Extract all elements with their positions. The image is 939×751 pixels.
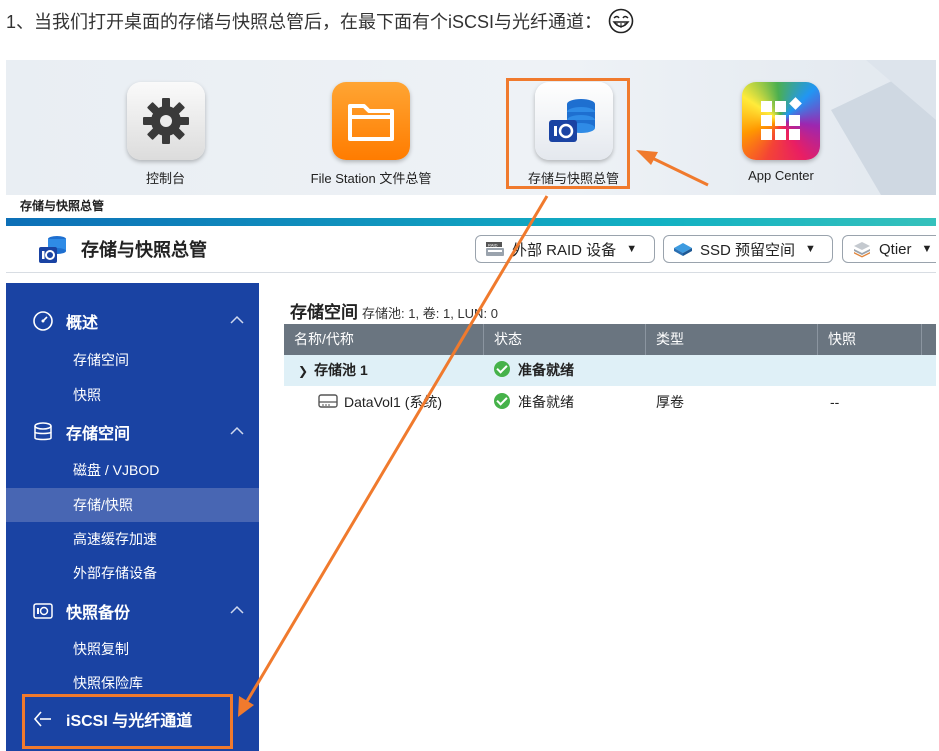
volume-name: DataVol1 (系统) bbox=[344, 394, 443, 410]
column-header-snapshot[interactable]: 快照 bbox=[818, 324, 922, 355]
sidebar-item-external-storage[interactable]: 外部存储设备 bbox=[6, 556, 259, 590]
desktop-app-file-station[interactable]: File Station 文件总管 bbox=[296, 82, 446, 187]
storage-manager-highlight-box bbox=[506, 78, 630, 189]
raid-device-icon: RAID bbox=[486, 242, 504, 256]
desktop-app-control-panel[interactable]: 控制台 bbox=[123, 82, 208, 187]
database-icon bbox=[34, 422, 52, 441]
sidebar-item-disks-vjbod[interactable]: 磁盘 / VJBOD bbox=[6, 453, 259, 487]
app-label: File Station 文件总管 bbox=[310, 171, 432, 186]
column-header-name[interactable]: 名称/代称 bbox=[284, 324, 484, 355]
volume-count: 1 bbox=[442, 306, 451, 321]
volume-snapshot: -- bbox=[830, 394, 840, 410]
storage-logo-icon bbox=[39, 236, 66, 263]
chevron-up-icon[interactable] bbox=[229, 312, 245, 328]
iscsi-highlight-box bbox=[22, 694, 233, 749]
table-row[interactable]: DataVol1 (系统) 准备就绪 厚卷 -- bbox=[284, 387, 936, 418]
gear-icon bbox=[126, 82, 205, 160]
external-raid-label: 外部 RAID 设备 bbox=[512, 241, 617, 259]
snapshot-icon bbox=[33, 603, 53, 619]
app-grid-icon bbox=[742, 82, 820, 160]
app-header: 存储与快照总管 RAID 外部 RAID 设备 ▼ SSD 预留空间 ▼ Qti… bbox=[6, 226, 936, 273]
pool-count: 1 bbox=[408, 306, 416, 321]
volume-name-cell: DataVol1 (系统) bbox=[318, 387, 442, 418]
chevron-down-icon: ▼ bbox=[626, 243, 638, 255]
chevron-up-icon[interactable] bbox=[229, 423, 245, 439]
app-label: App Center bbox=[748, 168, 814, 183]
sidebar-section-snapshot-backup[interactable]: 快照备份 bbox=[6, 594, 259, 628]
qtier-dropdown[interactable]: Qtier ▼ bbox=[842, 235, 936, 263]
pool-name-cell: ❯ 存储池 1 bbox=[298, 355, 368, 386]
sidebar-item-snapshot[interactable]: 快照 bbox=[6, 378, 259, 412]
desktop: 控制台 File Station 文件总管 存储与快照总管 App Center bbox=[6, 60, 936, 195]
ssd-overprovisioning-dropdown[interactable]: SSD 预留空间 ▼ bbox=[663, 235, 833, 263]
volume-type: 厚卷 bbox=[656, 394, 684, 410]
table-header: 名称/代称 状态 类型 快照 bbox=[284, 324, 936, 355]
column-header-status[interactable]: 状态 bbox=[484, 324, 646, 355]
chevron-down-icon[interactable]: ❯ bbox=[298, 364, 308, 378]
qtier-label: Qtier bbox=[879, 240, 912, 258]
pool-name: 存储池 1 bbox=[314, 362, 368, 378]
check-circle-icon bbox=[494, 361, 510, 378]
sidebar-section-storage[interactable]: 存储空间 bbox=[6, 415, 259, 449]
pool-status: 准备就绪 bbox=[518, 362, 574, 378]
page-title-text: 存储空间 bbox=[290, 303, 358, 322]
dashboard-icon bbox=[33, 311, 53, 331]
volume-status-cell: 准备就绪 bbox=[494, 387, 574, 418]
table-row[interactable]: ❯ 存储池 1 准备就绪 bbox=[284, 355, 936, 386]
svg-text:RAID: RAID bbox=[488, 242, 498, 247]
desktop-app-app-center[interactable]: App Center bbox=[726, 82, 836, 183]
qtier-icon bbox=[854, 242, 870, 258]
folder-icon bbox=[332, 82, 410, 160]
storage-manager-window: 存储与快照总管 存储与快照总管 RAID 外部 RAID 设备 ▼ SSD 预留… bbox=[6, 195, 936, 751]
chevron-down-icon: ▼ bbox=[805, 243, 816, 255]
grin-emoji-icon bbox=[608, 8, 634, 34]
sidebar: 概述 存储空间 快照 存储空间 磁盘 / VJBOD 存储/快照 高速缓存加速 … bbox=[6, 283, 259, 751]
lun-count: 0 bbox=[490, 306, 498, 321]
ssd-label: SSD 预留空间 bbox=[700, 241, 796, 259]
volume-status: 准备就绪 bbox=[518, 394, 574, 410]
pool-label: 存储池: bbox=[362, 306, 405, 321]
storage-summary: 存储池: 1, 卷: 1, LUN: 0 bbox=[362, 306, 498, 321]
sidebar-item-storage-snapshots[interactable]: 存储/快照 bbox=[6, 488, 259, 522]
external-raid-dropdown[interactable]: RAID 外部 RAID 设备 ▼ bbox=[475, 235, 655, 263]
main-content: 存储空间 存储池: 1, 卷: 1, LUN: 0 名称/代称 状态 类型 快照 … bbox=[259, 283, 936, 751]
pool-status-cell: 准备就绪 bbox=[494, 355, 574, 386]
app-name: 存储与快照总管 bbox=[81, 240, 207, 260]
sidebar-item-storage-space[interactable]: 存储空间 bbox=[6, 343, 259, 377]
app-label: 控制台 bbox=[145, 171, 185, 186]
intro-text: 1、当我们打开桌面的存储与快照总管后，在最下面有个iSCSI与光纤通道： bbox=[6, 12, 603, 32]
window-title: 存储与快照总管 bbox=[6, 195, 936, 218]
screenshot: 控制台 File Station 文件总管 存储与快照总管 App Center… bbox=[6, 60, 936, 751]
page-title: 存储空间 存储池: 1, 卷: 1, LUN: 0 bbox=[290, 298, 498, 323]
sidebar-section-label: 概述 bbox=[66, 315, 99, 332]
window-accent-bar bbox=[6, 218, 936, 226]
volume-label: 卷: bbox=[422, 306, 440, 321]
sidebar-item-cache-acceleration[interactable]: 高速缓存加速 bbox=[6, 522, 259, 556]
volume-icon bbox=[318, 394, 338, 408]
chevron-down-icon: ▼ bbox=[921, 243, 933, 255]
chevron-up-icon[interactable] bbox=[229, 602, 245, 618]
sidebar-item-snapshot-replica[interactable]: 快照复制 bbox=[6, 632, 259, 666]
intro-line: 1、当我们打开桌面的存储与快照总管后，在最下面有个iSCSI与光纤通道： bbox=[6, 4, 634, 38]
sidebar-section-overview[interactable]: 概述 bbox=[6, 304, 259, 338]
ssd-icon bbox=[674, 243, 692, 256]
sidebar-section-label: 快照备份 bbox=[66, 605, 131, 622]
column-header-type[interactable]: 类型 bbox=[646, 324, 818, 355]
sidebar-section-label: 存储空间 bbox=[66, 426, 131, 443]
check-circle-icon bbox=[494, 393, 510, 410]
lun-label: LUN: bbox=[457, 306, 488, 321]
